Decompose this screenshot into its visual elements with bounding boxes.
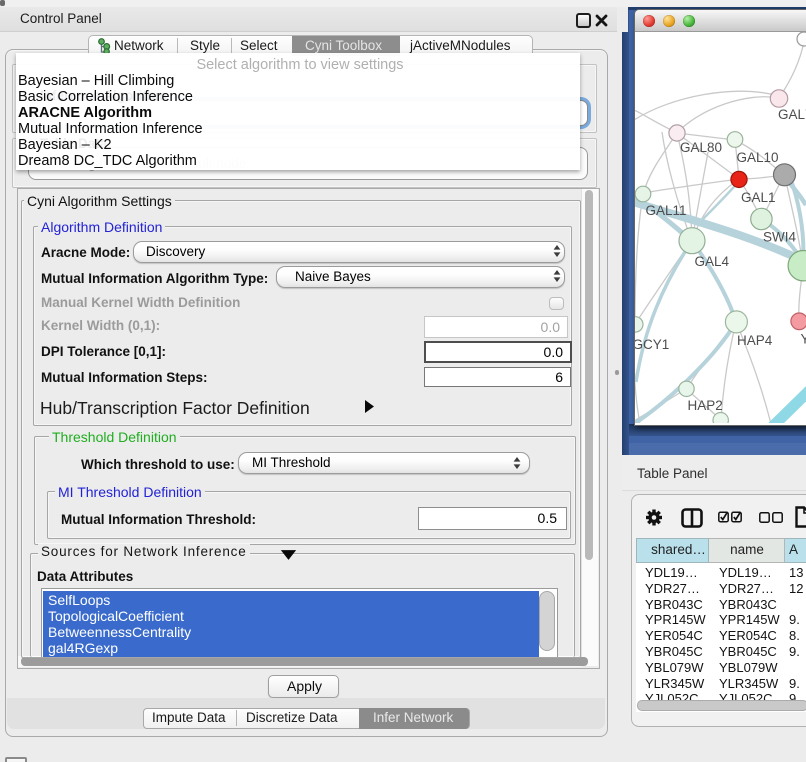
svg-text:GAL1: GAL1 — [741, 190, 776, 205]
svg-text:SWI4: SWI4 — [763, 230, 796, 245]
svg-text:Y: Y — [801, 332, 806, 347]
svg-text:GAL10: GAL10 — [737, 150, 779, 165]
svg-text:GAL7: GAL7 — [778, 107, 806, 122]
svg-text:GAL80: GAL80 — [680, 140, 722, 155]
svg-text:GCY1: GCY1 — [635, 337, 669, 352]
svg-text:GAL4: GAL4 — [695, 254, 730, 269]
svg-text:HAP2: HAP2 — [688, 398, 723, 413]
svg-text:GAL11: GAL11 — [646, 203, 687, 218]
svg-text:HAP4: HAP4 — [737, 333, 773, 348]
